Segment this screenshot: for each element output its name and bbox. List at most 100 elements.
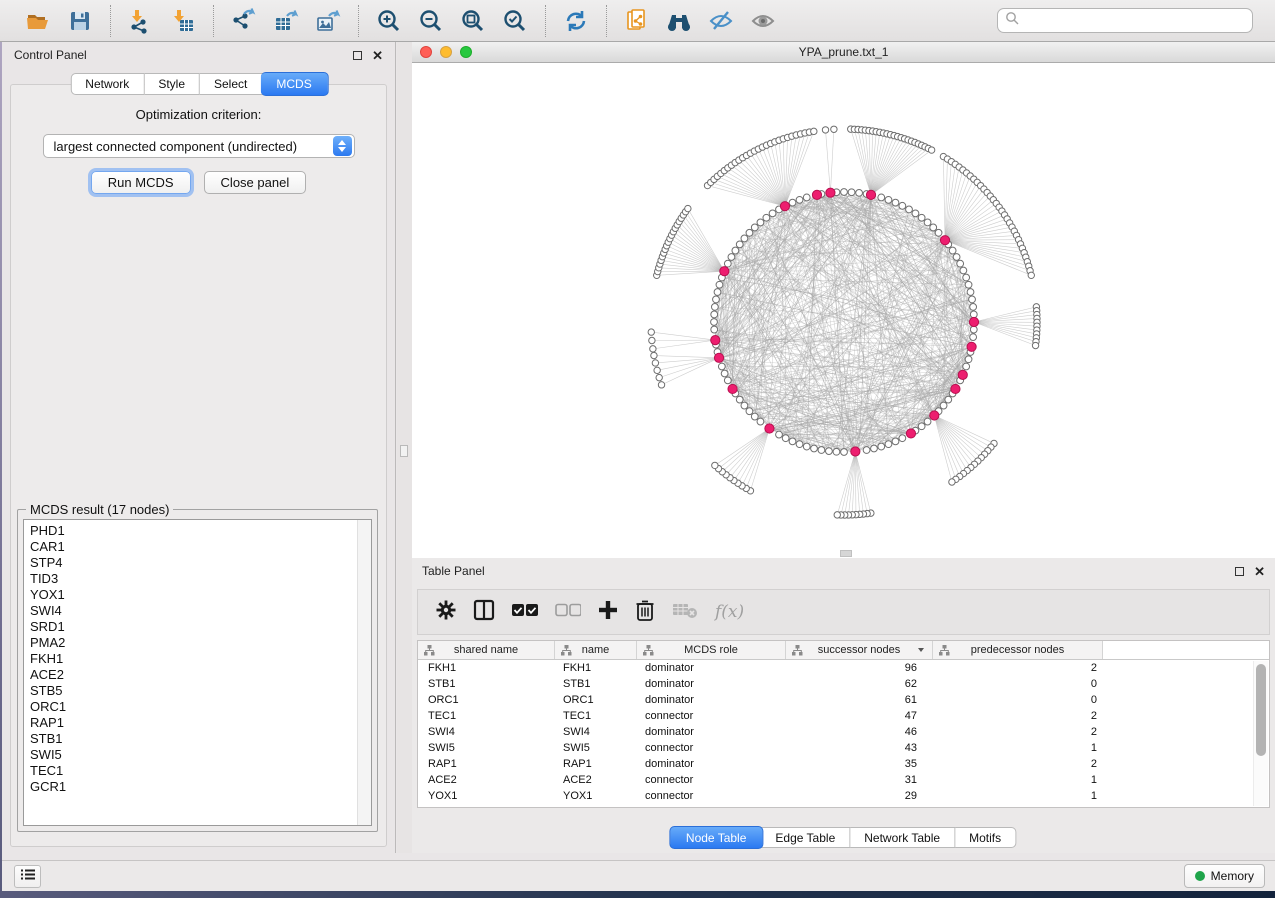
- close-panel-button[interactable]: ✕: [372, 49, 383, 62]
- graph-node[interactable]: [970, 304, 977, 311]
- graph-node[interactable]: [970, 326, 977, 333]
- graph-node[interactable]: [848, 189, 855, 196]
- import-network-button[interactable]: [123, 4, 159, 38]
- splitter-handle[interactable]: [400, 445, 408, 457]
- graph-leaf-node[interactable]: [652, 360, 658, 366]
- delete-column-button[interactable]: [635, 599, 655, 626]
- network-window-titlebar[interactable]: YPA_prune.txt_1: [412, 42, 1275, 63]
- graph-hub-node[interactable]: [720, 267, 729, 276]
- show-all-button[interactable]: [745, 4, 781, 38]
- graph-node[interactable]: [789, 438, 796, 445]
- search-field[interactable]: [997, 8, 1253, 33]
- network-graph[interactable]: [412, 63, 1275, 558]
- table-row[interactable]: SWI4SWI4dominator462: [418, 724, 1269, 740]
- first-neighbors-button[interactable]: [661, 4, 697, 38]
- graph-node[interactable]: [796, 441, 803, 448]
- memory-button[interactable]: Memory: [1184, 864, 1265, 888]
- tab-mcds[interactable]: MCDS: [260, 72, 328, 96]
- column-header-predecessor-nodes[interactable]: predecessor nodes: [933, 641, 1103, 659]
- graph-leaf-node[interactable]: [650, 346, 656, 352]
- graph-leaf-node[interactable]: [685, 205, 691, 211]
- graph-node[interactable]: [811, 445, 818, 452]
- graph-leaf-node[interactable]: [831, 126, 837, 132]
- graph-node[interactable]: [751, 413, 758, 420]
- mcds-result-item[interactable]: SWI4: [30, 603, 371, 619]
- graph-node[interactable]: [863, 447, 870, 454]
- graph-node[interactable]: [711, 319, 718, 326]
- table-scrollbar-thumb[interactable]: [1256, 664, 1266, 756]
- graph-hub-node[interactable]: [851, 447, 860, 456]
- table-row[interactable]: FKH1FKH1dominator962: [418, 660, 1269, 676]
- graph-node[interactable]: [718, 363, 725, 370]
- mcds-result-list[interactable]: PHD1CAR1STP4TID3YOX1SWI4SRD1PMA2FKH1ACE2…: [23, 519, 372, 826]
- graph-hub-node[interactable]: [951, 384, 960, 393]
- graph-node[interactable]: [763, 214, 770, 221]
- mcds-result-item[interactable]: ORC1: [30, 699, 371, 715]
- save-session-button[interactable]: [62, 4, 98, 38]
- column-header-successor-nodes[interactable]: successor nodes: [786, 641, 933, 659]
- graph-hub-node[interactable]: [866, 190, 875, 199]
- graph-node[interactable]: [711, 326, 718, 333]
- table-row[interactable]: YOX1YOX1connector291: [418, 788, 1269, 804]
- column-header-MCDS-role[interactable]: MCDS role: [637, 641, 786, 659]
- graph-node[interactable]: [724, 260, 731, 267]
- mcds-result-item[interactable]: YOX1: [30, 587, 371, 603]
- graph-node[interactable]: [949, 247, 956, 254]
- graph-node[interactable]: [833, 448, 840, 455]
- graph-node[interactable]: [776, 431, 783, 438]
- column-header-name[interactable]: name: [555, 641, 637, 659]
- graph-node[interactable]: [736, 396, 743, 403]
- graph-hub-node[interactable]: [958, 370, 967, 379]
- graph-node[interactable]: [960, 267, 967, 274]
- graph-node[interactable]: [899, 435, 906, 442]
- graph-node[interactable]: [945, 396, 952, 403]
- tab-select[interactable]: Select: [200, 73, 262, 95]
- graph-hub-node[interactable]: [940, 236, 949, 245]
- graph-hub-node[interactable]: [826, 188, 835, 197]
- graph-leaf-node[interactable]: [649, 337, 655, 343]
- table-settings-button[interactable]: [436, 600, 456, 625]
- column-layout-button[interactable]: [473, 599, 495, 626]
- mcds-result-item[interactable]: STB1: [30, 731, 371, 747]
- table-row[interactable]: PHD1PHD1dominator180: [418, 804, 1269, 808]
- export-image-button[interactable]: [310, 4, 346, 38]
- graph-node[interactable]: [963, 363, 970, 370]
- graph-node[interactable]: [746, 229, 753, 236]
- graph-node[interactable]: [957, 260, 964, 267]
- mcds-result-item[interactable]: STP4: [30, 555, 371, 571]
- graph-node[interactable]: [721, 370, 728, 377]
- graph-leaf-node[interactable]: [651, 352, 657, 358]
- tab-style[interactable]: Style: [144, 73, 200, 95]
- graph-node[interactable]: [711, 311, 718, 318]
- mcds-result-item[interactable]: ACE2: [30, 667, 371, 683]
- zoom-out-button[interactable]: [413, 4, 449, 38]
- graph-node[interactable]: [856, 189, 863, 196]
- mcds-result-item[interactable]: RAP1: [30, 715, 371, 731]
- mcds-result-item[interactable]: FKH1: [30, 651, 371, 667]
- graph-node[interactable]: [892, 199, 899, 206]
- tab-motifs[interactable]: Motifs: [955, 827, 1016, 848]
- graph-leaf-node[interactable]: [656, 374, 662, 380]
- result-list-scrollbar[interactable]: [357, 520, 371, 825]
- graph-hub-node[interactable]: [969, 317, 978, 326]
- graph-node[interactable]: [826, 448, 833, 455]
- graph-node[interactable]: [892, 438, 899, 445]
- delete-table-button[interactable]: [672, 601, 698, 624]
- graph-node[interactable]: [970, 334, 977, 341]
- graph-node[interactable]: [965, 356, 972, 363]
- graph-hub-node[interactable]: [765, 424, 774, 433]
- graph-node[interactable]: [803, 443, 810, 450]
- graph-node[interactable]: [967, 289, 974, 296]
- graph-node[interactable]: [796, 196, 803, 203]
- graph-hub-node[interactable]: [711, 335, 720, 344]
- export-network-button[interactable]: [226, 4, 262, 38]
- import-table-button[interactable]: [165, 4, 201, 38]
- graph-node[interactable]: [918, 214, 925, 221]
- graph-leaf-node[interactable]: [654, 367, 660, 373]
- open-file-button[interactable]: [20, 4, 56, 38]
- graph-node[interactable]: [769, 210, 776, 217]
- graph-node[interactable]: [751, 224, 758, 231]
- graph-node[interactable]: [953, 254, 960, 261]
- graph-node[interactable]: [878, 443, 885, 450]
- graph-node[interactable]: [782, 435, 789, 442]
